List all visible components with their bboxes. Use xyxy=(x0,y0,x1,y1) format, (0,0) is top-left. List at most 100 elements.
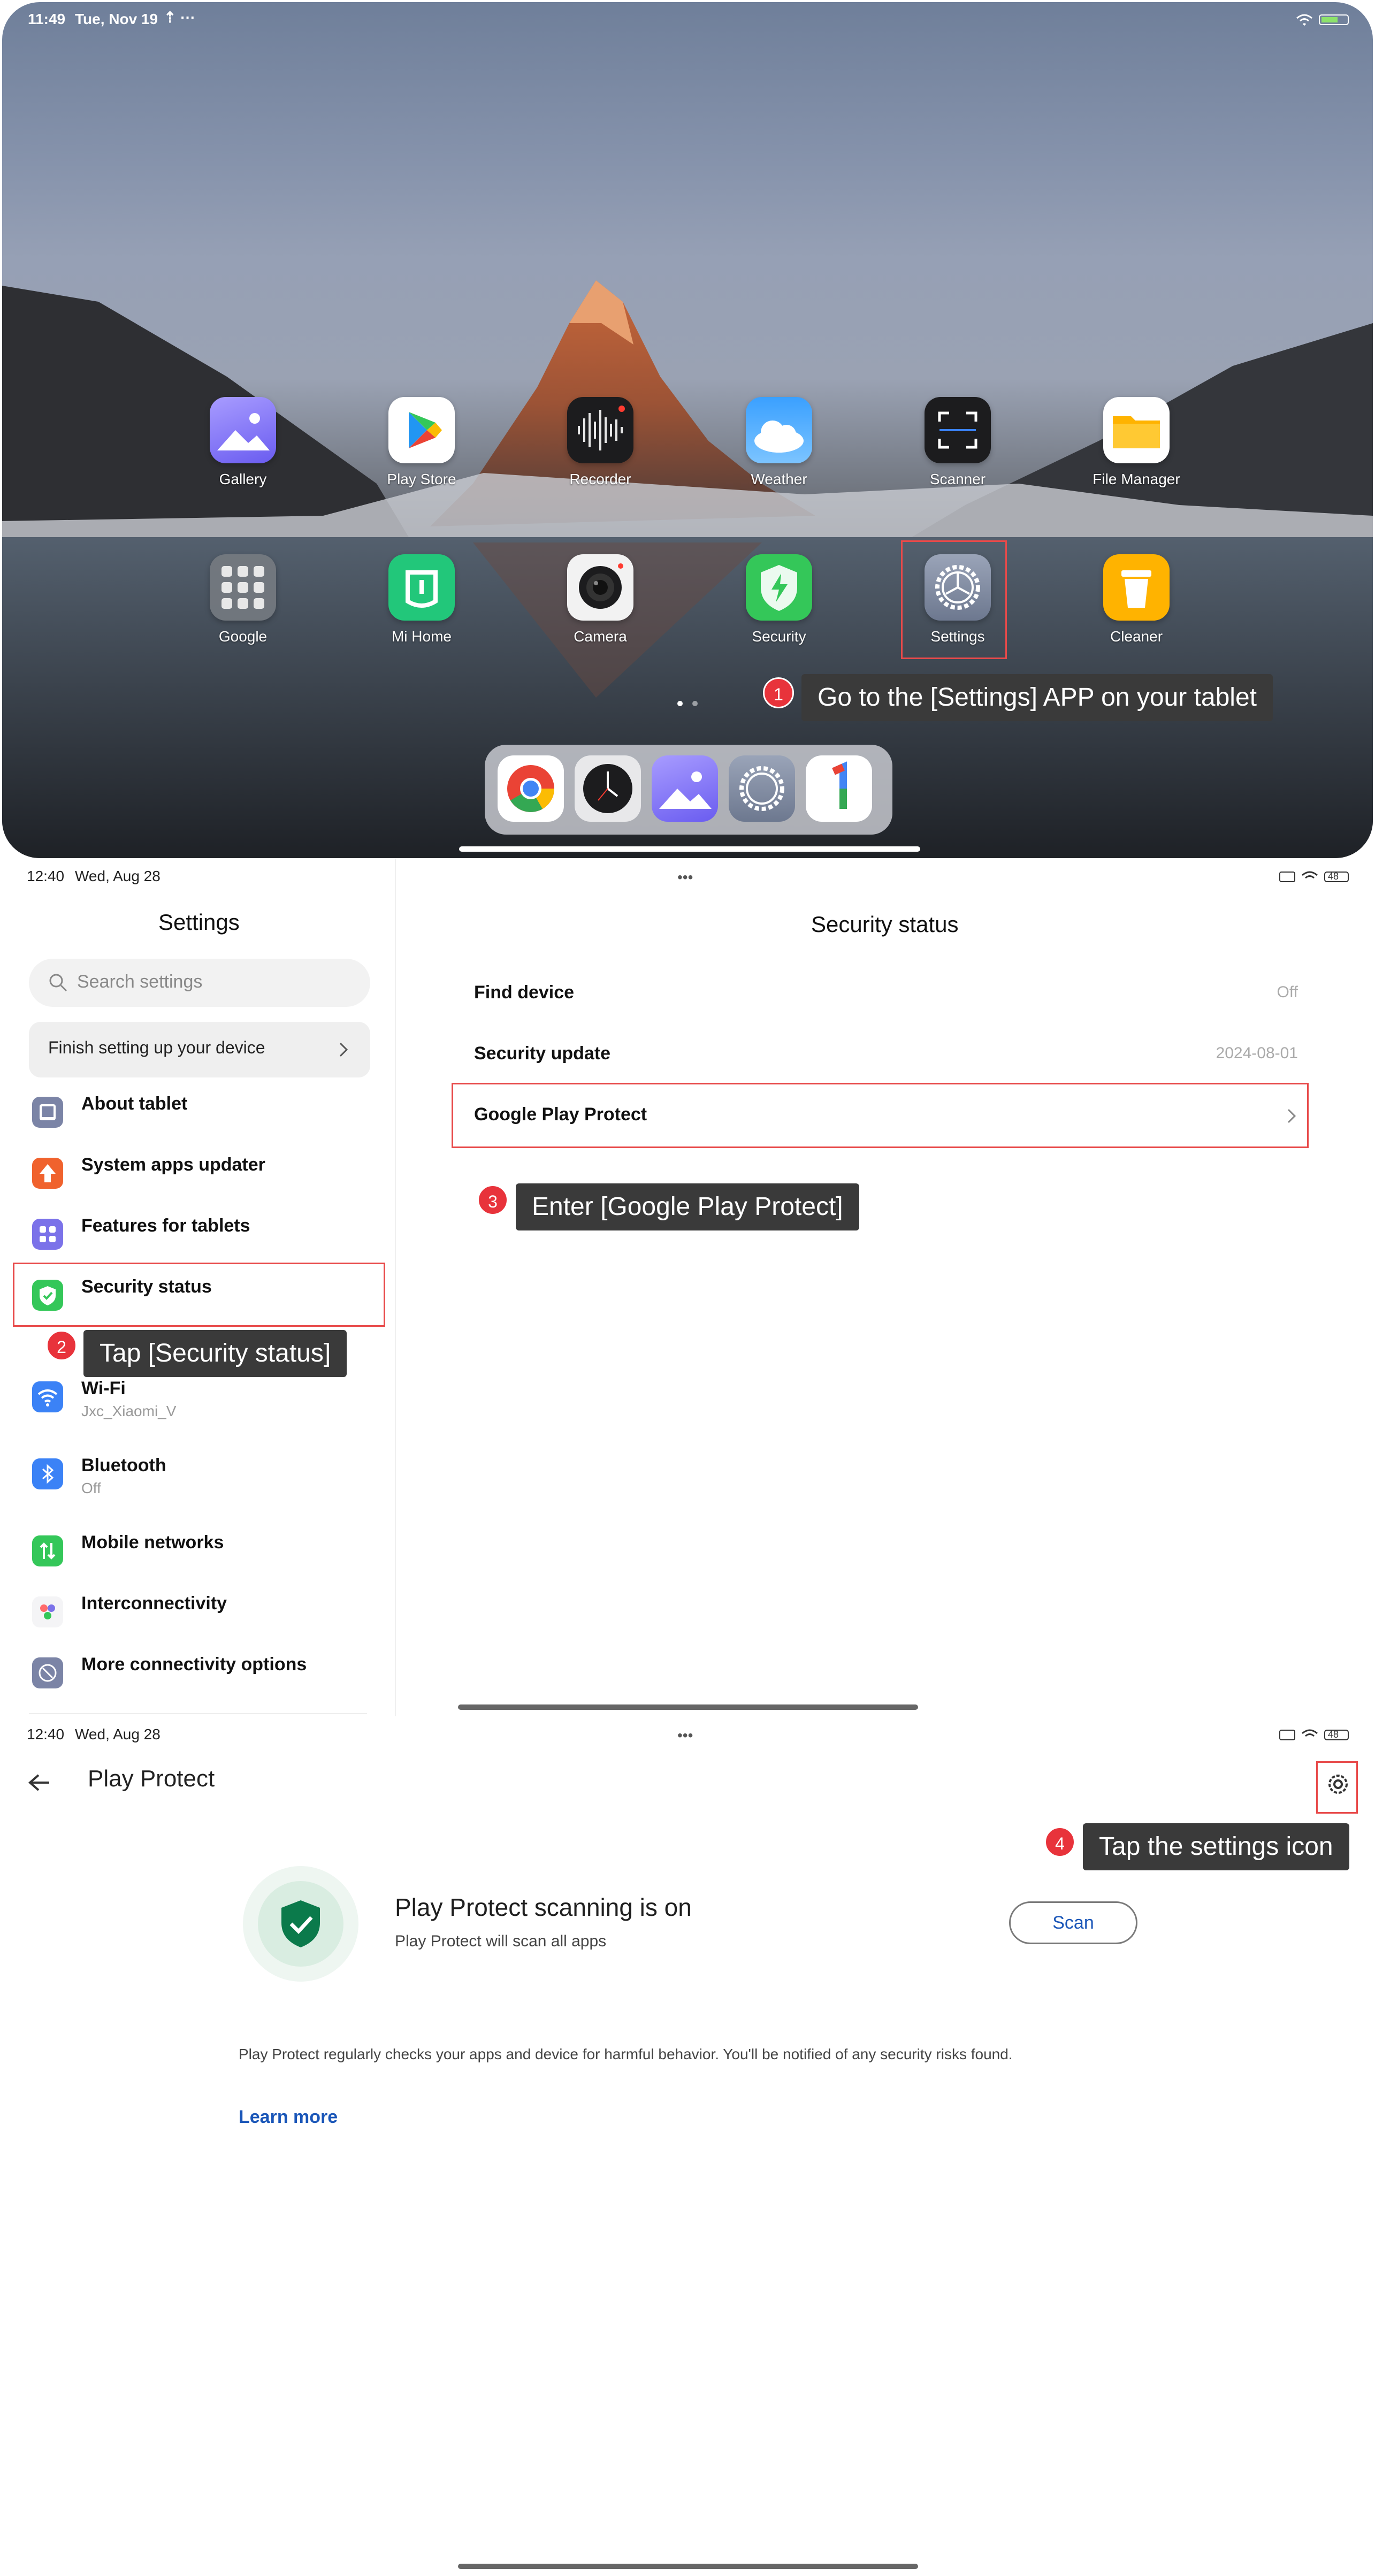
weather-icon xyxy=(746,397,812,463)
upload-icon: ⇡ ··· xyxy=(164,9,196,26)
app-label: Mi Home xyxy=(391,628,452,645)
row-security-update[interactable]: Security update 2024-08-01 xyxy=(474,1038,1298,1070)
app-play-store[interactable]: Play Store xyxy=(368,397,475,488)
sidebar-item-about-tablet[interactable]: About tablet xyxy=(32,1091,375,1134)
page-dot-active[interactable] xyxy=(677,701,683,706)
gallery-icon[interactable] xyxy=(652,755,718,822)
search-icon xyxy=(49,974,67,992)
app-label: Google xyxy=(218,628,268,645)
pane-divider xyxy=(395,858,396,1716)
back-arrow-icon[interactable] xyxy=(28,1773,51,1792)
app-label: Cleaner xyxy=(1110,628,1163,645)
more-dots-icon[interactable]: ••• xyxy=(677,869,693,886)
tablet-icon xyxy=(32,1097,63,1128)
cleaner-icon xyxy=(1103,554,1170,621)
status-time: 12:40 xyxy=(27,1726,65,1742)
home-indicator[interactable] xyxy=(459,846,920,852)
play-protect-screen: 12:40 Wed, Aug 28 ••• 48 Play Protect 4 … xyxy=(0,1716,1375,2576)
interconnect-icon xyxy=(32,1596,63,1627)
sidebar-item-label: System apps updater xyxy=(81,1155,265,1175)
update-arrow-icon xyxy=(32,1158,63,1189)
status-icons xyxy=(1279,869,1354,886)
sidebar-item-wifi[interactable]: Wi-Fi Jxc_Xiaomi_V xyxy=(32,1376,375,1419)
app-mi-home[interactable]: Mi Home xyxy=(368,554,475,645)
settings-screen: 12:40 Wed, Aug 28 ••• 48 Settings Search… xyxy=(0,858,1375,1716)
setup-banner-label: Finish setting up your device xyxy=(48,1038,265,1057)
sidebar-item-features-for-tablets[interactable]: Features for tablets xyxy=(32,1213,375,1256)
app-label: Scanner xyxy=(929,471,986,487)
app-label: Security xyxy=(752,628,806,645)
link-icon xyxy=(32,1657,63,1688)
app-google-folder[interactable]: Google xyxy=(189,554,296,645)
sidebar-item-more-connectivity[interactable]: More connectivity options xyxy=(32,1652,375,1695)
app-label: Weather xyxy=(751,471,807,487)
status-time: 11:49 xyxy=(28,11,66,27)
settings-highlight-box xyxy=(901,540,1007,659)
scanner-icon xyxy=(925,397,991,463)
security-icon xyxy=(746,554,812,621)
sidebar-item-mobile-networks[interactable]: Mobile networks xyxy=(32,1530,375,1573)
step-tip-3: Enter [Google Play Protect] xyxy=(516,1183,859,1230)
step-badge-2: 2 xyxy=(46,1330,77,1361)
app-recorder[interactable]: Recorder xyxy=(547,397,654,488)
battery-level: 48 xyxy=(1328,871,1339,882)
row-find-device[interactable]: Find device Off xyxy=(474,977,1298,1009)
scan-button[interactable]: Scan xyxy=(1009,1901,1137,1944)
settings-icon[interactable] xyxy=(729,755,795,822)
sidebar-title: Settings xyxy=(158,909,240,935)
sidebar-item-bluetooth[interactable]: Bluetooth Off xyxy=(32,1453,375,1496)
search-field[interactable]: Search settings xyxy=(29,959,370,1007)
sidebar-item-label: Features for tablets xyxy=(81,1216,250,1236)
step-badge-4: 4 xyxy=(1044,1826,1075,1858)
home-indicator[interactable] xyxy=(458,1704,918,1710)
status-time: 12:40 xyxy=(27,868,65,884)
clock-icon[interactable] xyxy=(575,755,641,822)
wifi-icon xyxy=(32,1381,63,1412)
status-date: Tue, Nov 19 xyxy=(75,11,158,27)
mobile-network-icon xyxy=(32,1535,63,1566)
app-label: Camera xyxy=(574,628,627,645)
step-badge-3: 3 xyxy=(477,1184,508,1216)
app-file-manager[interactable]: File Manager xyxy=(1083,397,1190,488)
more-dots-icon[interactable]: ••• xyxy=(677,1727,693,1744)
sidebar-divider xyxy=(29,1713,367,1714)
sidebar-item-interconnectivity[interactable]: Interconnectivity xyxy=(32,1591,375,1634)
gear-highlight-box xyxy=(1316,1761,1358,1814)
app-gallery[interactable]: Gallery xyxy=(189,397,296,488)
app-label: Gallery xyxy=(219,471,267,487)
step-badge-1: 1 xyxy=(763,677,794,708)
recorder-icon xyxy=(567,397,633,463)
app-label: Recorder xyxy=(569,471,631,487)
app-weather[interactable]: Weather xyxy=(725,397,832,488)
learn-more-link[interactable]: Learn more xyxy=(239,2107,338,2128)
sidebar-item-label: Bluetooth xyxy=(81,1455,166,1476)
page-dot[interactable] xyxy=(692,701,698,706)
app-cleaner[interactable]: Cleaner xyxy=(1083,554,1190,645)
google-one-icon[interactable] xyxy=(806,755,872,822)
step-tip-1: Go to the [Settings] APP on your tablet xyxy=(801,674,1273,721)
camera-icon xyxy=(567,554,633,621)
setup-banner[interactable]: Finish setting up your device xyxy=(29,1022,370,1077)
bluetooth-icon xyxy=(32,1458,63,1489)
sidebar-item-label: About tablet xyxy=(81,1094,188,1114)
mi-home-icon xyxy=(388,554,455,621)
app-security[interactable]: Security xyxy=(725,554,832,645)
shield-check-icon xyxy=(281,1900,320,1947)
shield-badge xyxy=(243,1866,358,1982)
row-value: 2024-08-01 xyxy=(1216,1044,1298,1062)
home-indicator[interactable] xyxy=(458,2564,918,2569)
sidebar-item-label: Interconnectivity xyxy=(81,1593,227,1614)
chrome-icon[interactable] xyxy=(498,755,564,822)
battery-level: 48 xyxy=(1328,1729,1339,1740)
app-camera[interactable]: Camera xyxy=(547,554,654,645)
row-label: Security update xyxy=(474,1043,611,1064)
home-screen: 11:49 Tue, Nov 19 ⇡ ··· Gallery Play Sto… xyxy=(2,2,1373,858)
app-scanner[interactable]: Scanner xyxy=(904,397,1011,488)
row-value: Off xyxy=(1277,983,1298,1001)
sidebar-item-label: Mobile networks xyxy=(81,1532,224,1553)
search-placeholder: Search settings xyxy=(77,972,203,992)
step-tip-2: Tap [Security status] xyxy=(83,1330,347,1377)
sidebar-item-system-apps-updater[interactable]: System apps updater xyxy=(32,1152,375,1195)
page-title: Play Protect xyxy=(88,1765,215,1792)
play-store-icon xyxy=(388,397,455,463)
